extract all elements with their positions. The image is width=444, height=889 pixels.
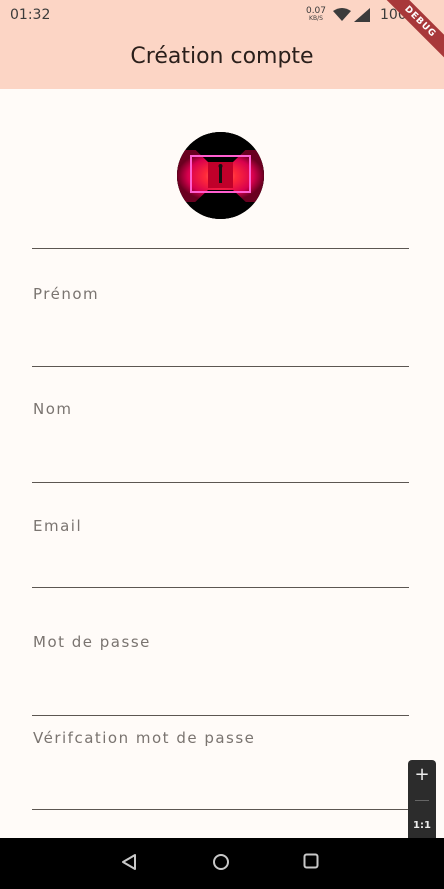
email-field[interactable]: Email	[32, 517, 409, 589]
email-label: Email	[33, 517, 83, 535]
password-confirm-input[interactable]	[32, 769, 409, 799]
password-label: Mot de passe	[33, 633, 151, 651]
avatar[interactable]	[177, 132, 264, 219]
back-icon[interactable]	[121, 853, 137, 871]
last-name-field[interactable]: Nom	[32, 400, 409, 485]
wifi-icon	[333, 8, 351, 21]
app-bar: 01:32 0.07 KB/S 100% Création compte DEB…	[0, 0, 444, 89]
email-underline	[32, 587, 409, 588]
password-underline	[32, 715, 409, 716]
navigation-bar	[0, 838, 444, 889]
profile-picture	[177, 132, 264, 219]
password-field[interactable]: Mot de passe	[32, 633, 409, 717]
net-speed: 0.07 KB/S	[304, 7, 328, 23]
zoom-in-button[interactable]: +	[408, 764, 436, 785]
password-confirm-underline	[32, 809, 409, 810]
home-icon[interactable]	[212, 853, 230, 871]
avatar-underline	[32, 248, 409, 250]
net-speed-value: 0.07	[305, 6, 327, 16]
first-name-label: Prénom	[33, 285, 100, 303]
password-confirm-label: Vérifcation mot de passe	[33, 729, 256, 747]
net-speed-unit: KB/S	[309, 15, 323, 22]
first-name-field[interactable]: Prénom	[32, 285, 409, 369]
divider	[32, 248, 409, 249]
recents-icon[interactable]	[303, 853, 319, 869]
first-name-input[interactable]	[32, 329, 409, 359]
page-title: Création compte	[130, 44, 314, 69]
last-name-underline	[32, 482, 409, 483]
status-bar: 01:32 0.07 KB/S 100%	[0, 0, 444, 32]
last-name-label: Nom	[33, 400, 73, 418]
last-name-input[interactable]	[32, 444, 409, 474]
zoom-out-button[interactable]	[415, 800, 429, 801]
email-input[interactable]	[32, 553, 409, 583]
password-input[interactable]	[32, 677, 409, 707]
first-name-underline	[32, 366, 409, 367]
password-confirm-field[interactable]: Vérifcation mot de passe	[32, 729, 409, 811]
signal-icon	[354, 8, 370, 22]
zoom-ratio[interactable]: 1:1	[408, 820, 436, 831]
status-time: 01:32	[10, 7, 51, 23]
